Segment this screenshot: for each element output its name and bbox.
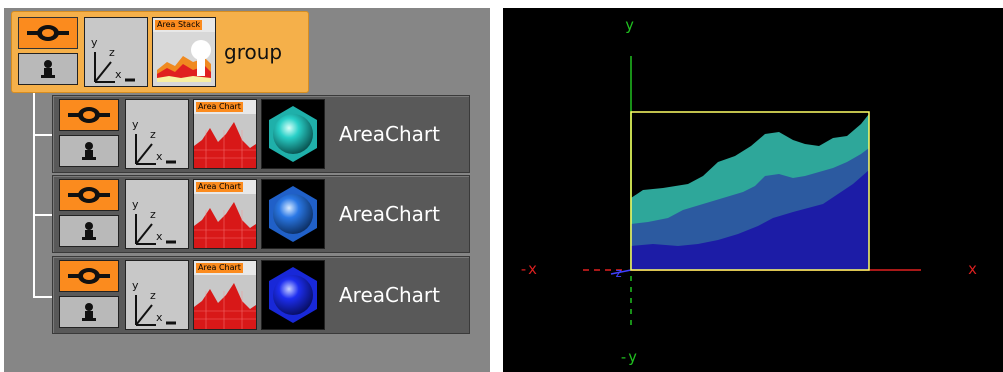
transform-axis-tile[interactable]: y z x: [84, 17, 148, 87]
child-toggle-column: [59, 260, 121, 330]
area-chart-thumbnail: [194, 114, 256, 168]
eye-icon: [68, 107, 110, 123]
area-chart-node[interactable]: y z x Area Chart AreaChart: [52, 95, 470, 173]
y-axis-label: y: [625, 16, 635, 34]
eye-icon: [27, 25, 69, 41]
lock-icon: [82, 303, 96, 321]
material-tile[interactable]: [261, 179, 325, 249]
axis-icon: y z x: [132, 279, 176, 326]
area-chart-node[interactable]: y z x Area Chart AreaChart: [52, 256, 470, 334]
material-sphere-icon: [269, 186, 317, 242]
svg-text:z: z: [150, 289, 156, 302]
eye-icon: [68, 187, 110, 203]
transform-axis-tile[interactable]: y z x: [125, 179, 189, 249]
group-toggle-column: [18, 17, 80, 87]
material-tile[interactable]: [261, 99, 325, 169]
lock-icon: [41, 60, 55, 78]
svg-text:y: y: [132, 198, 139, 211]
svg-text:y: y: [132, 279, 139, 292]
visibility-toggle-button[interactable]: [59, 179, 119, 211]
svg-text:x: x: [156, 150, 163, 163]
transform-axis-tile[interactable]: y z x: [125, 99, 189, 169]
material-tile[interactable]: [261, 260, 325, 330]
lock-toggle-button[interactable]: [59, 215, 119, 247]
visibility-toggle-button[interactable]: [59, 260, 119, 292]
svg-text:y: y: [132, 118, 139, 131]
axis-icon: y z x: [91, 36, 135, 83]
svg-text:x: x: [115, 68, 122, 81]
tree-connector-branch: [33, 296, 52, 298]
tree-connector-branch: [33, 134, 52, 136]
lock-toggle-button[interactable]: [59, 296, 119, 328]
node-label: AreaChart: [339, 283, 440, 307]
svg-text:y: y: [91, 36, 98, 49]
node-label: AreaChart: [339, 122, 440, 146]
x-axis-label: x: [968, 260, 978, 278]
visibility-toggle-button[interactable]: [18, 17, 78, 49]
area-stack-tile[interactable]: Area Stack: [152, 17, 216, 87]
area-chart-tile[interactable]: Area Chart: [193, 179, 257, 249]
visibility-toggle-button[interactable]: [59, 99, 119, 131]
svg-text:z: z: [150, 128, 156, 141]
neg-y-axis-label: -y: [619, 348, 638, 366]
group-node[interactable]: y z x Area Stack group: [11, 11, 309, 93]
tree-connector-vertical: [33, 93, 35, 298]
material-sphere-icon: [269, 106, 317, 162]
transform-axis-tile[interactable]: y z x: [125, 260, 189, 330]
neg-x-axis-label: -x: [519, 260, 538, 278]
axis-icon: y z x: [132, 118, 176, 165]
area-stack-thumbnail: [153, 32, 215, 86]
3d-viewport[interactable]: y -y x -x z: [503, 8, 1003, 372]
eye-icon: [68, 268, 110, 284]
scene-tree-panel: y z x Area Stack group y z x Area Chart …: [4, 8, 490, 372]
area-chart-tile[interactable]: Area Chart: [193, 99, 257, 169]
tree-connector-branch: [33, 214, 52, 216]
viewport-canvas: [583, 56, 921, 328]
node-label: group: [224, 40, 283, 64]
area-chart-thumbnail: [194, 194, 256, 248]
svg-text:x: x: [156, 311, 163, 324]
lock-icon: [82, 222, 96, 240]
svg-text:z: z: [109, 46, 115, 59]
lock-toggle-button[interactable]: [18, 53, 78, 85]
area-chart-node[interactable]: y z x Area Chart AreaChart: [52, 175, 470, 253]
node-label: AreaChart: [339, 202, 440, 226]
child-toggle-column: [59, 99, 121, 169]
lock-toggle-button[interactable]: [59, 135, 119, 167]
area-chart-thumbnail: [194, 275, 256, 329]
area-chart-tile[interactable]: Area Chart: [193, 260, 257, 330]
svg-text:z: z: [150, 208, 156, 221]
lock-icon: [82, 142, 96, 160]
z-axis-label: z: [615, 266, 623, 280]
material-sphere-icon: [269, 267, 317, 323]
svg-text:x: x: [156, 230, 163, 243]
child-toggle-column: [59, 179, 121, 249]
axis-icon: y z x: [132, 198, 176, 245]
